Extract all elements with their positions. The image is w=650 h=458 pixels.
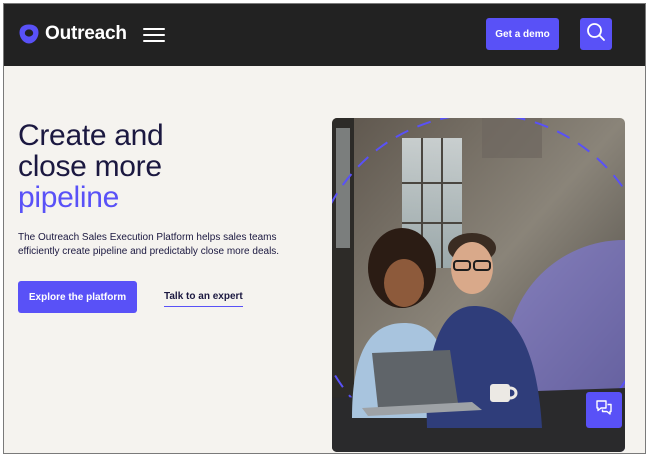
headline-line-1: Create and xyxy=(18,119,164,152)
site-header: Outreach Get a demo xyxy=(4,4,645,66)
hamburger-menu-icon[interactable] xyxy=(143,28,165,42)
outreach-logo-icon xyxy=(18,23,40,45)
get-a-demo-button[interactable]: Get a demo xyxy=(486,18,559,50)
explore-platform-button[interactable]: Explore the platform xyxy=(18,281,137,313)
brand-name: Outreach xyxy=(45,23,127,44)
headline-accent: pipeline xyxy=(18,181,120,214)
chat-button[interactable] xyxy=(586,392,622,428)
chat-bubbles-icon xyxy=(595,399,613,422)
hero-photo xyxy=(332,118,625,452)
brand-logo[interactable]: Outreach xyxy=(18,23,127,45)
browser-viewport: Outreach Get a demo Create and close mor… xyxy=(3,3,646,454)
talk-to-expert-link[interactable]: Talk to an expert xyxy=(164,291,243,307)
headline-line-2: close more xyxy=(18,150,162,183)
search-button[interactable] xyxy=(580,18,612,50)
hero-description: The Outreach Sales Execution Platform he… xyxy=(18,232,280,257)
search-icon xyxy=(586,22,606,47)
hero-headline: Create and close more pipeline xyxy=(18,120,318,213)
